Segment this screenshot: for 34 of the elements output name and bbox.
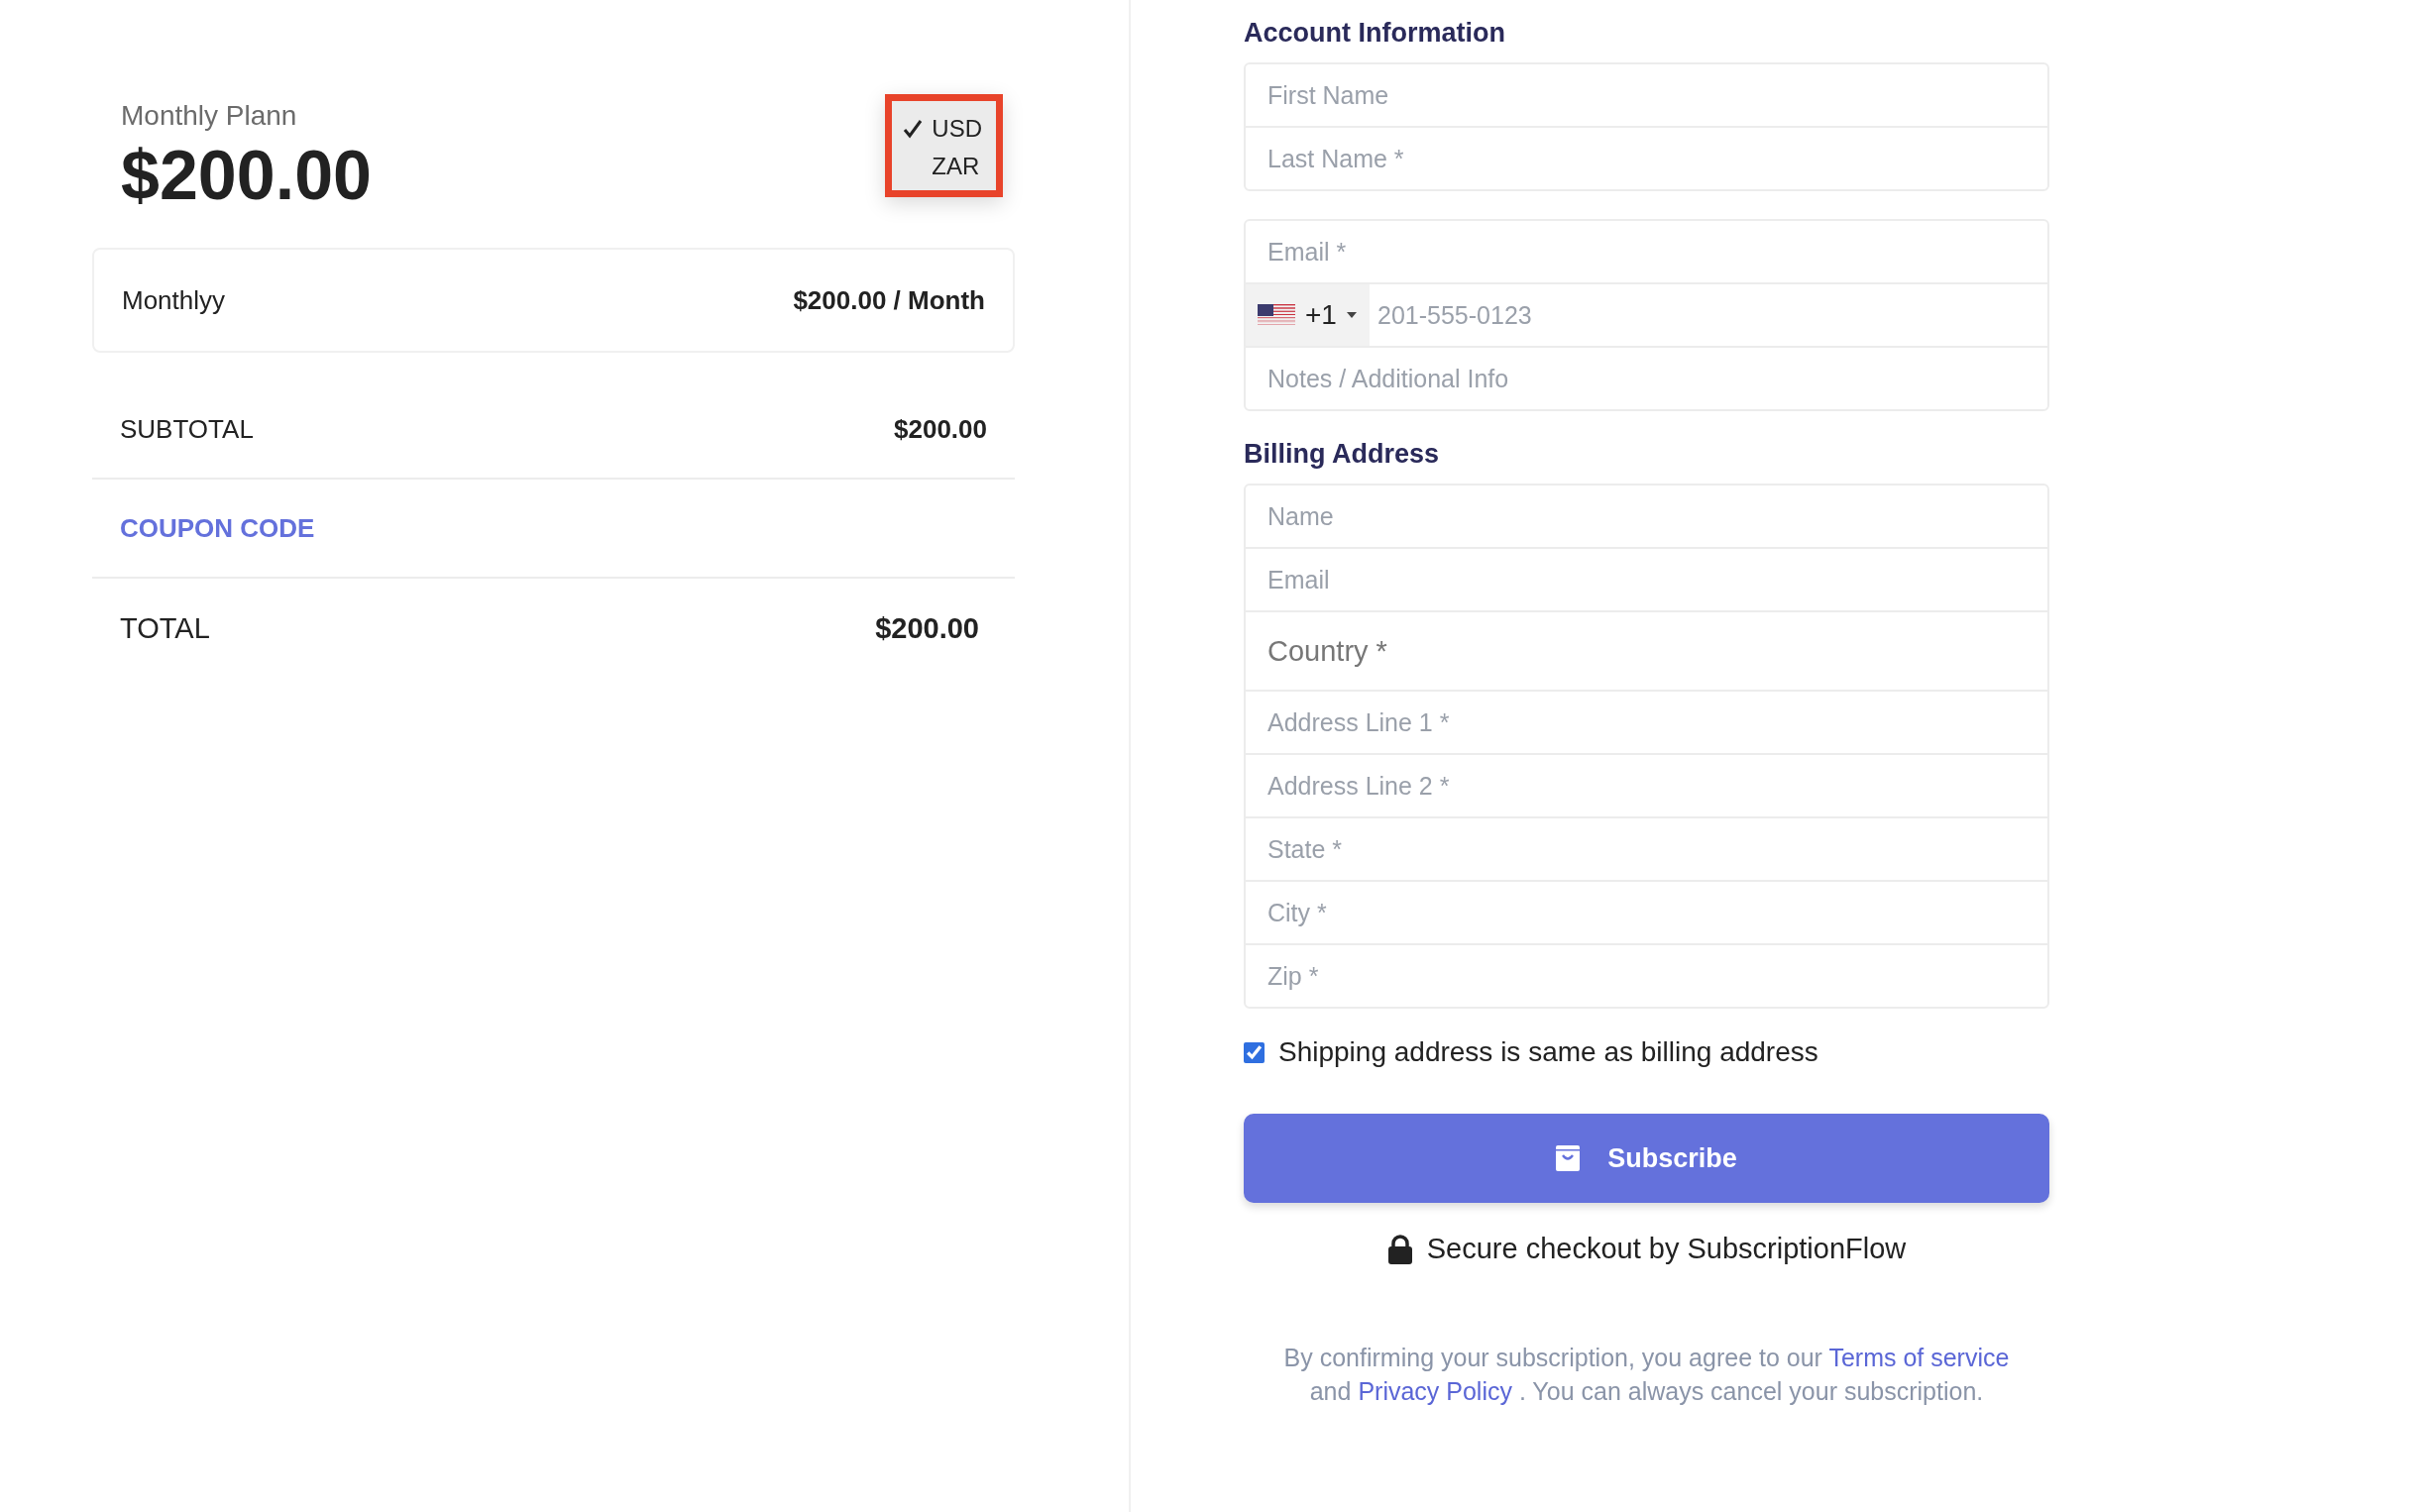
legal-notice: By confirming your subscription, you agree to our Terms of service and Privacy Policy . You can always cancel your subscription. xyxy=(1282,1343,2011,1407)
subscribe-button[interactable]: Subscribe xyxy=(1244,1114,2049,1203)
plan-title: Monthlyy xyxy=(122,284,226,316)
plan-price: $200.00 xyxy=(121,136,373,215)
total-value: $200.00 xyxy=(875,611,979,645)
plan-name: Monthly Plann xyxy=(121,100,298,132)
currency-option[interactable]: ZAR xyxy=(902,153,982,180)
checkbox-label: Shipping address is same as billing address xyxy=(1278,1036,1818,1068)
subtotal-value: $200.00 xyxy=(894,413,987,445)
text-field[interactable]: State * xyxy=(1244,816,2049,882)
text-field[interactable]: Zip * xyxy=(1244,943,2049,1009)
bag-icon xyxy=(1556,1145,1581,1171)
text-field[interactable]: Email xyxy=(1244,547,2049,612)
total-label: TOTAL xyxy=(120,611,210,645)
text-field[interactable]: Last Name * xyxy=(1244,126,2049,191)
text-field[interactable]: Address Line 1 * xyxy=(1244,690,2049,755)
subtotal-label: SUBTOTAL xyxy=(120,413,254,445)
text-field[interactable]: Name xyxy=(1244,484,2049,549)
currency-option[interactable]: USD xyxy=(902,115,982,143)
policy-link[interactable]: Terms of service xyxy=(1828,1344,2010,1371)
text-field[interactable]: Email * xyxy=(1244,219,2049,284)
coupon-code-link[interactable]: COUPON CODE xyxy=(120,512,315,544)
check-icon xyxy=(902,118,925,140)
secure-checkout-note: Secure checkout by SubscriptionFlow xyxy=(1426,1233,1907,1265)
checkbox[interactable] xyxy=(1244,1041,1265,1063)
section-heading: Billing Address xyxy=(1244,439,1441,471)
plan-rate: $200.00 / Month xyxy=(793,284,985,316)
policy-link[interactable]: Privacy Policy xyxy=(1358,1377,1512,1405)
text-field[interactable]: Notes / Additional Info xyxy=(1244,346,2049,411)
section-heading: Account Information xyxy=(1244,17,1506,50)
text-field[interactable]: First Name xyxy=(1244,62,2049,128)
lock-icon xyxy=(1386,1234,1413,1264)
text-field[interactable]: Address Line 2 * xyxy=(1244,753,2049,818)
text-field[interactable]: City * xyxy=(1244,880,2049,945)
